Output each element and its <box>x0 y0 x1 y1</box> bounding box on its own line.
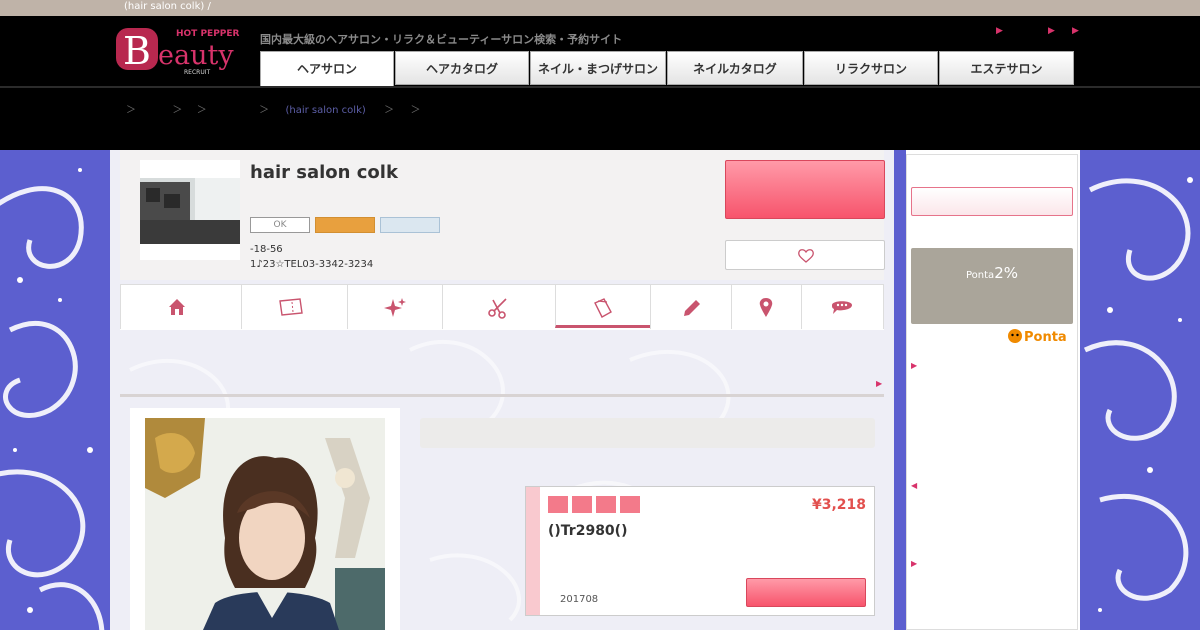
sidebar-reserve-button[interactable] <box>911 187 1073 216</box>
reserve-button[interactable] <box>725 160 885 219</box>
coupon-title: ()Tr2980() <box>548 523 628 539</box>
arrow-right-icon[interactable]: ▶ <box>1072 26 1079 36</box>
style-photo[interactable] <box>130 408 400 630</box>
breadcrumb: ＞ ＞ ＞ ＞ (hair salon colk) ＞ ＞ <box>126 101 421 116</box>
arrow-right-icon[interactable]: ▶ <box>996 26 1003 36</box>
coupon-tag <box>548 496 568 513</box>
nav-features[interactable] <box>347 285 442 329</box>
salon-info-box: hair salon colk OK -18-56 1♪23☆TEL03-334… <box>120 150 885 280</box>
status-badge <box>380 217 440 233</box>
salon-nav <box>120 284 884 330</box>
style-title-bar <box>420 418 875 448</box>
breadcrumb-separator: ＞ <box>196 105 207 116</box>
section-divider <box>120 394 884 397</box>
tab-esthetic-salon[interactable]: エステサロン <box>939 51 1074 85</box>
svg-text:RECRUIT: RECRUIT <box>184 69 210 76</box>
top-breadcrumb-text: (hair salon colk) / <box>124 1 211 12</box>
arrow-right-icon[interactable]: ▶ <box>911 361 917 370</box>
map-pin-icon <box>759 298 773 317</box>
svg-text:eauty: eauty <box>158 40 234 71</box>
svg-text:HOT PEPPER: HOT PEPPER <box>176 29 240 39</box>
nav-reviews[interactable] <box>801 285 884 329</box>
breadcrumb-separator: ＞ <box>172 105 183 116</box>
nav-staff[interactable] <box>442 285 555 329</box>
tab-hair-salon[interactable]: ヘアサロン <box>260 51 394 86</box>
salon-name: hair salon colk <box>250 162 398 183</box>
breadcrumb-separator: ＞ <box>259 105 270 116</box>
breadcrumb-bar: ＞ ＞ ＞ ＞ (hair salon colk) ＞ ＞ <box>0 86 1200 150</box>
nav-blog[interactable] <box>650 285 731 329</box>
ponta-logo: Ponta <box>1007 327 1075 345</box>
breadcrumb-separator: ＞ <box>410 105 421 116</box>
ponta-label: Ponta <box>966 270 995 281</box>
heart-icon <box>798 249 814 263</box>
coupon-tag <box>620 496 640 513</box>
scissors-icon <box>488 298 507 319</box>
card-ok-badge: OK <box>250 217 310 233</box>
nav-coupon[interactable] <box>241 285 347 329</box>
svg-text:B: B <box>123 29 151 73</box>
sparkle-icon <box>384 298 406 317</box>
main-content: hair salon colk OK -18-56 1♪23☆TEL03-334… <box>110 150 894 630</box>
arrow-right-icon[interactable]: ▶ <box>911 559 917 568</box>
coupon-icon <box>279 298 303 316</box>
hotpepper-beauty-logo[interactable]: B HOT PEPPER eauty RECRUIT <box>114 22 248 78</box>
coupon-price: ¥3,218 <box>811 497 866 513</box>
nav-catalog[interactable] <box>555 285 650 328</box>
nav-map[interactable] <box>731 285 801 329</box>
tab-nail-eyelash-salon[interactable]: ネイル・まつげサロン <box>530 51 666 85</box>
coupon-reserve-button[interactable] <box>746 578 866 607</box>
coupon-side-strip <box>526 487 540 615</box>
breadcrumb-salon-link[interactable]: (hair salon colk) <box>286 105 366 116</box>
arrow-right-icon[interactable]: ▶ <box>876 379 882 388</box>
tab-nail-catalog[interactable]: ネイルカタログ <box>667 51 803 85</box>
coupon-date: 201708 <box>560 594 599 605</box>
ponta-rate: 2% <box>994 264 1018 282</box>
sidebar: Ponta2% Ponta ▶ ◀ ▶ <box>904 150 1080 630</box>
site-header: B HOT PEPPER eauty RECRUIT 国内最大級のヘアサロン・リ… <box>0 16 1200 86</box>
salon-access: 1♪23☆TEL03-3342-3234 <box>250 259 374 270</box>
salon-thumbnail[interactable] <box>140 160 240 260</box>
catalog-icon <box>594 298 612 318</box>
coupon-tag <box>572 496 592 513</box>
breadcrumb-separator: ＞ <box>384 105 395 116</box>
salon-address: -18-56 <box>250 244 283 255</box>
home-icon <box>169 299 185 315</box>
ponta-points-panel: Ponta2% <box>911 248 1073 324</box>
chat-icon <box>832 301 852 314</box>
pencil-icon <box>684 300 700 316</box>
svg-text:Ponta: Ponta <box>1024 330 1067 345</box>
nav-home[interactable] <box>120 285 241 329</box>
arrow-right-icon[interactable]: ▶ <box>1048 26 1055 36</box>
tab-hair-catalog[interactable]: ヘアカタログ <box>395 51 529 85</box>
top-breadcrumb-bar: (hair salon colk) / <box>0 0 1200 16</box>
tab-relaxation-salon[interactable]: リラクサロン <box>804 51 938 85</box>
breadcrumb-separator: ＞ <box>126 105 136 116</box>
arrow-left-icon[interactable]: ◀ <box>911 481 917 490</box>
coupon-card[interactable]: ¥3,218 ()Tr2980() 201708 <box>525 486 875 616</box>
favorite-button[interactable] <box>725 240 885 270</box>
site-tagline: 国内最大級のヘアサロン・リラク＆ビューティーサロン検索・予約サイト <box>260 33 623 46</box>
coupon-tag <box>596 496 616 513</box>
status-badge <box>315 217 375 233</box>
sidebar-box: Ponta2% Ponta ▶ ◀ ▶ <box>906 154 1078 630</box>
